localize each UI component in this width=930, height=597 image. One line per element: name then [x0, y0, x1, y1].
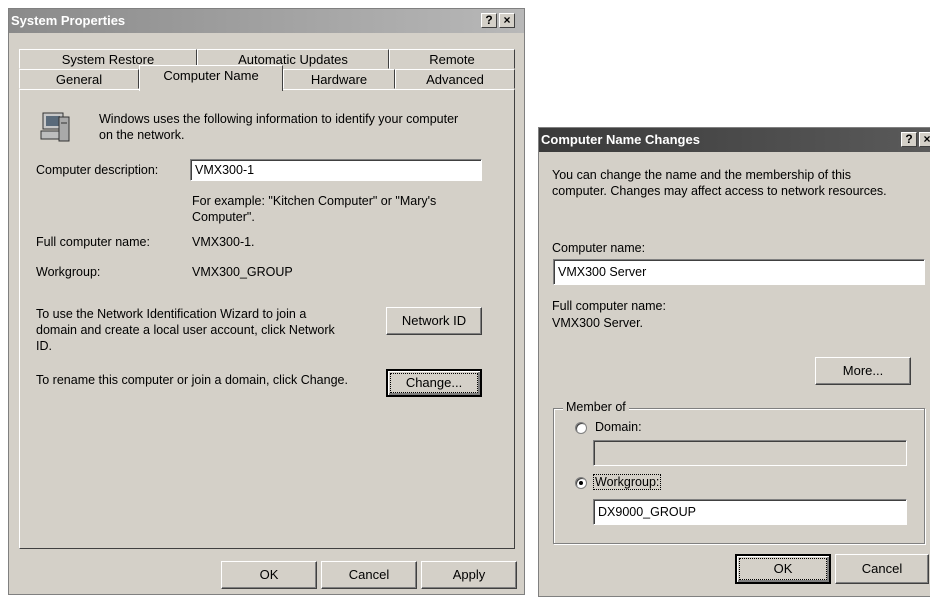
description-example-line-2: Computer". — [192, 210, 255, 224]
domain-input[interactable] — [593, 440, 907, 466]
tab-computer-name[interactable]: Computer Name — [139, 65, 283, 91]
dialog-ok-button[interactable]: OK — [735, 554, 831, 584]
workgroup-radio[interactable] — [575, 477, 587, 489]
network-id-text-line-1: To use the Network Identification Wizard… — [36, 307, 307, 321]
computer-icon — [37, 111, 73, 148]
info-text-line-2: on the network. — [99, 128, 185, 142]
dialog-close-button[interactable]: × — [919, 132, 930, 147]
radio-selected-dot — [579, 481, 583, 485]
workgroup-label: Workgroup: — [36, 265, 101, 279]
change-button[interactable]: Change... — [386, 369, 482, 397]
tab-advanced[interactable]: Advanced — [395, 69, 515, 89]
domain-radio[interactable] — [575, 422, 587, 434]
name-changes-titlebar[interactable]: Computer Name Changes ? × — [539, 128, 930, 152]
network-id-text-line-2: domain and create a local user account, … — [36, 323, 335, 337]
intro-text-line-2: computer. Changes may affect access to n… — [552, 184, 887, 198]
cancel-button[interactable]: Cancel — [321, 561, 417, 589]
computer-description-input[interactable]: VMX300-1 — [190, 159, 482, 181]
tab-general[interactable]: General — [19, 69, 139, 89]
tab-hardware[interactable]: Hardware — [283, 69, 395, 89]
intro-text-line-1: You can change the name and the membersh… — [552, 168, 852, 182]
dialog-full-name-label: Full computer name: — [552, 299, 666, 313]
computer-name-input[interactable]: VMX300 Server — [553, 259, 925, 285]
window-title: System Properties — [11, 13, 126, 28]
dialog-full-name-value: VMX300 Server. — [552, 316, 644, 330]
apply-button[interactable]: Apply — [421, 561, 517, 589]
full-computer-name-label: Full computer name: — [36, 235, 150, 249]
tab-remote[interactable]: Remote — [389, 49, 515, 69]
network-id-button[interactable]: Network ID — [386, 307, 482, 335]
dialog-workgroup-label: Workgroup: — [592, 474, 662, 490]
description-example-line-1: For example: "Kitchen Computer" or "Mary… — [192, 194, 437, 208]
computer-name-label: Computer name: — [552, 241, 646, 255]
network-id-text-line-3: ID. — [36, 339, 52, 353]
domain-label: Domain: — [595, 420, 642, 434]
computer-name-changes-window: Computer Name Changes ? × You can change… — [538, 127, 930, 597]
computer-description-label: Computer description: — [36, 163, 159, 177]
dialog-help-button[interactable]: ? — [901, 132, 917, 147]
more-button[interactable]: More... — [815, 357, 911, 385]
info-text-line-1: Windows uses the following information t… — [99, 112, 459, 126]
help-button[interactable]: ? — [481, 13, 497, 28]
system-properties-window: System Properties ? × System Restore Aut… — [8, 8, 525, 595]
full-computer-name-value: VMX300-1. — [192, 235, 255, 249]
system-properties-titlebar[interactable]: System Properties ? × — [9, 9, 524, 33]
dialog-title: Computer Name Changes — [541, 132, 700, 147]
workgroup-value: VMX300_GROUP — [192, 265, 293, 279]
member-of-label: Member of — [563, 400, 629, 414]
workgroup-input[interactable]: DX9000_GROUP — [593, 499, 907, 525]
ok-button[interactable]: OK — [221, 561, 317, 589]
close-button[interactable]: × — [499, 13, 515, 28]
dialog-cancel-button[interactable]: Cancel — [835, 554, 929, 584]
rename-text: To rename this computer or join a domain… — [36, 373, 348, 387]
